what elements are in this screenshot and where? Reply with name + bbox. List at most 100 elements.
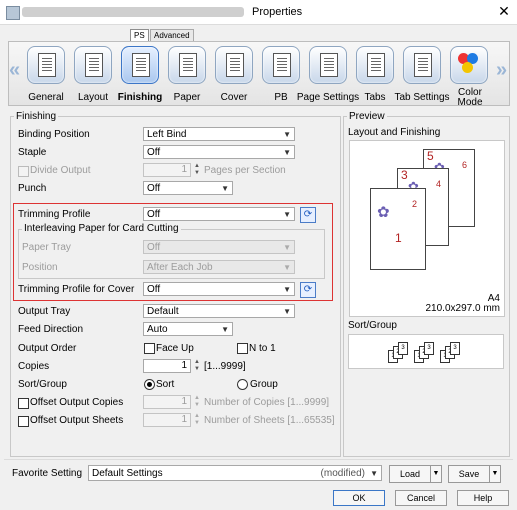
chevron-down-icon: ▼ [283, 210, 291, 219]
chevron-down-icon: ▼ [370, 469, 378, 478]
face-up-checkbox[interactable] [144, 343, 155, 354]
feed-direction-select[interactable]: Auto ▼ [143, 322, 233, 336]
offset-sheets-checkbox[interactable] [18, 416, 29, 427]
page-number-3: 3 [401, 168, 408, 182]
chevron-down-icon: ▼ [221, 325, 229, 334]
trimming-profile-refresh-icon[interactable]: ⟳ [300, 207, 316, 223]
cancel-button[interactable]: Cancel [395, 490, 447, 506]
paper-tray-value: Off [147, 242, 161, 253]
finishing-icon [121, 46, 159, 84]
sort-radio-label: Sort [156, 379, 175, 390]
output-tray-value: Default [147, 306, 179, 317]
offset-sheets-spinner[interactable]: ▲ ▼ [193, 413, 201, 427]
favorite-modified-status: (modified) [320, 468, 365, 479]
ribbon-left-arrow-icon[interactable]: « [9, 59, 20, 82]
trimming-profile-select[interactable]: Off ▼ [143, 207, 295, 221]
load-button[interactable]: Load [389, 465, 431, 483]
ribbon-paper-button[interactable] [166, 46, 208, 88]
page-number-5: 5 [427, 149, 434, 163]
flower-icon: ✿ [377, 204, 390, 221]
ribbon-pb-button[interactable] [260, 46, 302, 88]
trimming-cover-label: Trimming Profile for Cover [18, 284, 135, 295]
page-number-6: 6 [462, 160, 468, 170]
divide-output-checkbox[interactable] [18, 166, 29, 177]
offset-copies-label: Offset Output Copies [30, 397, 124, 408]
save-dropdown-icon[interactable]: ▼ [489, 465, 501, 483]
ribbon-finishing-button[interactable] [119, 46, 161, 88]
mini-page: 3 [424, 342, 434, 355]
punch-value: Off [147, 183, 161, 194]
output-tray-select[interactable]: Default ▼ [143, 304, 295, 318]
copies-input[interactable]: 1 [143, 359, 191, 373]
chevron-down-icon: ▼ [283, 285, 291, 294]
chevron-down-icon: ▼ [283, 148, 291, 157]
offset-sheets-label: Offset Output Sheets [30, 415, 124, 426]
chevron-down-icon: ▼ [221, 184, 229, 193]
printer-app-icon [6, 6, 20, 20]
staple-value: Off [147, 147, 161, 158]
layout-finishing-title: Layout and Finishing [348, 127, 441, 138]
offset-sheets-input[interactable]: 1 [143, 413, 191, 427]
ribbon-right-arrow-icon[interactable]: » [496, 59, 507, 82]
sort-radio[interactable] [144, 379, 155, 390]
ok-button[interactable]: OK [333, 490, 385, 506]
offset-copies-input[interactable]: 1 [143, 395, 191, 409]
close-icon[interactable]: ✕ [496, 3, 512, 19]
trimming-cover-refresh-icon[interactable]: ⟳ [300, 282, 316, 298]
ribbon-tabs-button[interactable] [354, 46, 396, 88]
help-button[interactable]: Help [457, 490, 509, 506]
chevron-down-icon: ▼ [283, 307, 291, 316]
divide-output-spinner[interactable]: ▲ ▼ [193, 163, 201, 177]
title-bar: Properties ✕ [0, 0, 517, 25]
offset-copies-checkbox[interactable] [18, 398, 29, 409]
mini-page: 3 [398, 342, 408, 355]
copies-spinner[interactable]: ▲ ▼ [193, 359, 201, 373]
layout-preview: 5 6 ✿ 3 4 ✿ 1 2 ✿ A4 210.0x297.0 mm [349, 140, 505, 317]
tab-settings-icon [403, 46, 441, 84]
tabs-icon [356, 46, 394, 84]
position-select[interactable]: After Each Job ▼ [143, 260, 295, 274]
position-label: Position [22, 262, 58, 273]
n-to-1-checkbox[interactable] [237, 343, 248, 354]
group-radio-label: Group [250, 379, 278, 390]
staple-label: Staple [18, 147, 47, 158]
printer-name-redacted [22, 7, 244, 17]
ribbon-page-settings-button[interactable] [307, 46, 349, 88]
ribbon-tab-settings-button[interactable] [401, 46, 443, 88]
output-order-label: Output Order [18, 343, 77, 354]
chevron-down-icon: ▼ [283, 263, 291, 272]
favorite-setting-select[interactable]: Default Settings (modified) ▼ [88, 465, 382, 481]
divide-output-input[interactable]: 1 [143, 163, 191, 177]
load-dropdown-icon[interactable]: ▼ [430, 465, 442, 483]
ribbon-cover-button[interactable] [213, 46, 255, 88]
preview-group-title: Preview [347, 111, 387, 122]
paper-icon [168, 46, 206, 84]
output-tray-label: Output Tray [18, 306, 71, 317]
staple-select[interactable]: Off ▼ [143, 145, 295, 159]
offset-copies-spinner[interactable]: ▲ ▼ [193, 395, 201, 409]
group-radio[interactable] [237, 379, 248, 390]
trimming-cover-select[interactable]: Off ▼ [143, 282, 295, 296]
mini-page: 3 [450, 342, 460, 355]
paper-tray-label: Paper Tray [22, 242, 71, 253]
trimming-profile-value: Off [147, 209, 161, 220]
layout-icon [74, 46, 112, 84]
sort-group-preview: 1 2 3 1 2 3 1 2 3 [348, 334, 504, 369]
color-mode-icon [450, 46, 488, 84]
ribbon-general-button[interactable] [25, 46, 67, 88]
window-title: Properties [252, 6, 303, 18]
copies-range: [1...9999] [204, 361, 246, 372]
sort-group-preview-title: Sort/Group [348, 320, 397, 331]
ribbon-color-mode-button[interactable] [448, 46, 490, 88]
binding-position-select[interactable]: Left Bind ▼ [143, 127, 295, 141]
paper-tray-select[interactable]: Off ▼ [143, 240, 295, 254]
offset-sheets-hint: Number of Sheets [1...65535] [204, 415, 335, 426]
position-value: After Each Job [147, 262, 213, 273]
offset-copies-hint: Number of Copies [1...9999] [204, 397, 330, 408]
paper-dimensions: 210.0x297.0 mm [425, 303, 501, 314]
ribbon-layout-button[interactable] [72, 46, 114, 88]
save-button[interactable]: Save [448, 465, 490, 483]
favorite-setting-label: Favorite Setting [12, 468, 83, 479]
punch-select[interactable]: Off ▼ [143, 181, 233, 195]
face-up-label: Face Up [156, 343, 194, 354]
